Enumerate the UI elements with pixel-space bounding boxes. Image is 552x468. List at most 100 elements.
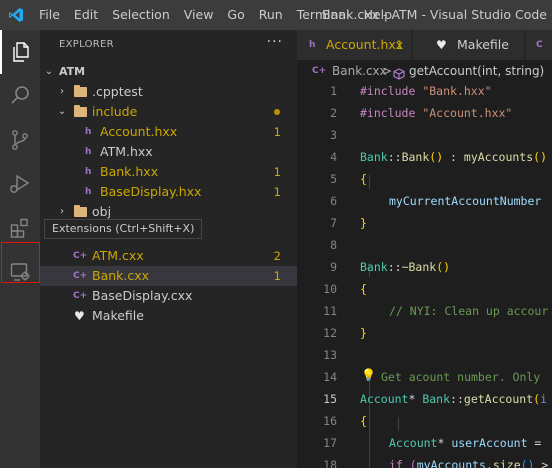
- cpp-source-file-icon: C+: [312, 66, 327, 76]
- menu-view[interactable]: View: [177, 0, 221, 30]
- menu-go[interactable]: Go: [220, 0, 251, 30]
- problem-count-badge: 1: [396, 38, 404, 52]
- file-atm-cxx[interactable]: C+ ATM.cxx 2: [40, 246, 297, 266]
- problem-count-badge: 2: [273, 249, 281, 263]
- source-control-icon[interactable]: [0, 118, 40, 162]
- line-number: 18: [323, 458, 337, 468]
- code-line: {: [360, 172, 367, 186]
- lightbulb-icon[interactable]: 💡: [361, 368, 376, 382]
- search-icon[interactable]: [0, 74, 40, 118]
- explorer-root[interactable]: ⌄ ATM: [40, 62, 297, 82]
- explorer-header: EXPLORER: [59, 39, 114, 50]
- code-editor[interactable]: 1 #include "Bank.hxx" 2 #include "Accoun…: [297, 82, 552, 468]
- menu-run[interactable]: Run: [252, 0, 290, 30]
- include-path: "Bank.hxx": [422, 84, 492, 98]
- problem-count-badge: 1: [273, 125, 281, 139]
- file-account-hxx[interactable]: h Account.hxx 1: [40, 122, 297, 142]
- problem-count-badge: 1: [273, 185, 281, 199]
- line-number: 1: [330, 84, 337, 98]
- line-number: 3: [330, 128, 337, 142]
- code-line: Bank::~Bank(): [360, 260, 451, 274]
- menu-file[interactable]: File: [32, 0, 67, 30]
- folder-label: include: [92, 104, 138, 119]
- line-number: 13: [323, 348, 337, 362]
- file-basedisplay-hxx[interactable]: h BaseDisplay.hxx 1: [40, 182, 297, 202]
- code-line: {: [360, 414, 367, 428]
- cpp-source-file-icon: C: [536, 40, 543, 50]
- code-line: Account* userAccount =: [389, 436, 542, 450]
- folder-include[interactable]: ⌄ include: [40, 102, 297, 122]
- menu-selection[interactable]: Selection: [105, 0, 177, 30]
- tab-bank-cxx[interactable]: C: [526, 30, 552, 60]
- cpp-header-file-icon: h: [85, 187, 92, 197]
- file-label: ATM.hxx: [100, 144, 153, 159]
- file-label: ATM.cxx: [92, 248, 144, 263]
- folder-label: .cpptest: [92, 84, 143, 99]
- explorer-sidebar: EXPLORER ··· ⌄ ATM › .cpptest ⌄ include …: [40, 30, 297, 468]
- cpp-source-file-icon: C+: [73, 291, 88, 301]
- tab-label: Account.hxx: [326, 37, 404, 52]
- chevron-down-icon: ⌄: [57, 106, 67, 117]
- line-number: 8: [330, 238, 337, 252]
- line-number: 7: [330, 216, 337, 230]
- modified-dot-icon: [274, 109, 280, 115]
- code-line: #include "Bank.hxx": [360, 84, 492, 98]
- code-line: // NYI: Clean up accour: [389, 304, 549, 318]
- editor-tabs: h Account.hxx 1 ♥ Makefile C: [297, 30, 552, 60]
- line-number: 14: [323, 370, 337, 384]
- folder-cpptest[interactable]: › .cpptest: [40, 82, 297, 102]
- indent-guide: [369, 373, 370, 468]
- folder-open-icon: [74, 105, 87, 117]
- title-bar: File Edit Selection View Go Run Terminal…: [0, 0, 552, 30]
- breadcrumb-symbol[interactable]: getAccount(int, string): [409, 60, 544, 82]
- folder-icon: [74, 205, 87, 217]
- files-icon[interactable]: [0, 30, 40, 74]
- line-number: 17: [323, 436, 337, 450]
- file-bank-hxx[interactable]: h Bank.hxx 1: [40, 162, 297, 182]
- breadcrumb: C+ Bank.cxx > getAccount(int, string): [297, 60, 552, 82]
- file-label: BaseDisplay.hxx: [100, 184, 202, 199]
- vscode-logo-icon[interactable]: [0, 0, 32, 30]
- indent-guide: [369, 175, 370, 189]
- tab-label: Makefile: [457, 37, 509, 52]
- line-number: 10: [323, 282, 337, 296]
- breadcrumb-separator: >: [382, 64, 393, 78]
- cpp-source-file-icon: C+: [73, 271, 88, 281]
- breadcrumb-file[interactable]: Bank.cxx: [332, 60, 387, 82]
- cpp-header-file-icon: h: [85, 147, 92, 157]
- file-label: Bank.cxx: [92, 268, 150, 283]
- file-bank-cxx[interactable]: C+ Bank.cxx 1: [40, 266, 297, 286]
- file-label: Account.hxx: [100, 124, 178, 139]
- chevron-right-icon: ›: [60, 86, 64, 97]
- chevron-down-icon: ⌄: [44, 66, 54, 77]
- code-line: {: [360, 282, 367, 296]
- extensions-highlight-box: [1, 242, 40, 283]
- cpp-header-file-icon: h: [85, 127, 92, 137]
- extensions-tooltip: Extensions (Ctrl+Shift+X): [44, 219, 203, 239]
- line-number: 9: [330, 260, 337, 274]
- tab-account-hxx[interactable]: h Account.hxx 1: [297, 30, 412, 60]
- line-number: 4: [330, 150, 337, 164]
- code-line: if (myAccounts.size() >: [389, 458, 549, 468]
- more-actions-icon[interactable]: ···: [267, 34, 283, 50]
- file-label: Makefile: [92, 308, 144, 323]
- menu-edit[interactable]: Edit: [67, 0, 105, 30]
- line-number: 12: [323, 326, 337, 340]
- file-basedisplay-cxx[interactable]: C+ BaseDisplay.cxx: [40, 286, 297, 306]
- code-line: myCurrentAccountNumber: [389, 194, 542, 208]
- activity-bar: [0, 30, 40, 468]
- tab-makefile[interactable]: ♥ Makefile: [413, 30, 525, 60]
- method-icon: [393, 65, 405, 82]
- file-makefile[interactable]: ♥ Makefile: [40, 306, 297, 326]
- makefile-icon: ♥: [436, 38, 447, 52]
- run-debug-icon[interactable]: [0, 162, 40, 206]
- file-atm-hxx[interactable]: h ATM.hxx: [40, 142, 297, 162]
- current-line-number: 15: [323, 392, 337, 406]
- line-number: 2: [330, 106, 337, 120]
- line-number: 11: [323, 304, 337, 318]
- cpp-source-file-icon: C+: [73, 251, 88, 261]
- file-label: Bank.hxx: [100, 164, 159, 179]
- code-line: }: [360, 326, 367, 340]
- cpp-header-file-icon: h: [85, 167, 92, 177]
- code-line: Account* Bank::getAccount(i: [360, 392, 548, 406]
